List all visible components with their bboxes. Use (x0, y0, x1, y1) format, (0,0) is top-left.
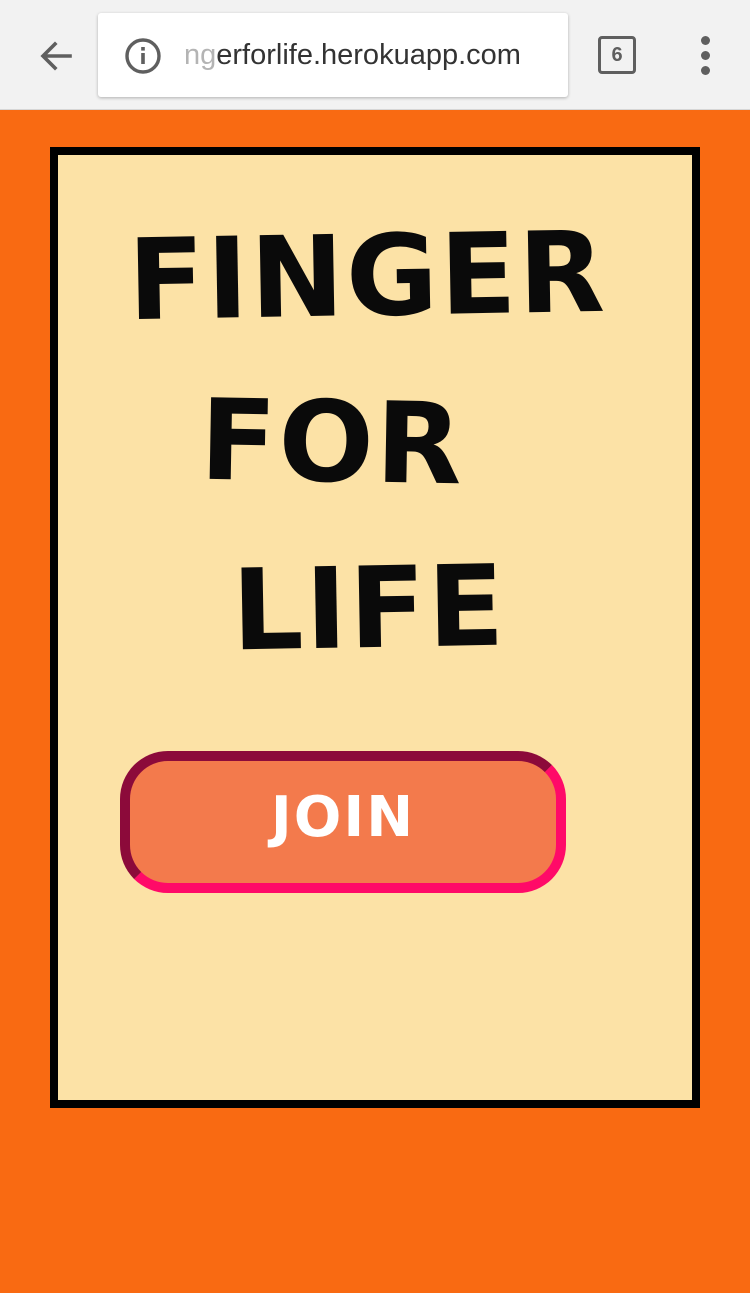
menu-dot (701, 36, 710, 45)
url-faded-prefix: ng (184, 39, 217, 71)
title-line-for: FOR (198, 375, 466, 511)
back-button[interactable] (30, 30, 82, 82)
address-bar[interactable]: ngerforlife.herokuapp.com (98, 13, 568, 97)
url-domain: erforlife.herokuapp.com (216, 39, 521, 71)
arrow-left-icon (40, 41, 72, 71)
menu-dot (701, 51, 710, 60)
title-line-life: LIFE (230, 541, 508, 677)
browser-toolbar: ngerforlife.herokuapp.com 6 (0, 0, 750, 110)
more-vertical-icon[interactable] (690, 36, 722, 76)
join-button[interactable]: JOIN (120, 751, 566, 893)
title-line-finger: FINGER (126, 207, 608, 347)
url-text[interactable]: ngerforlife.herokuapp.com (184, 35, 564, 75)
info-icon[interactable] (124, 37, 162, 75)
tab-switcher-button[interactable]: 6 (598, 36, 636, 74)
landing-card: FINGER FOR LIFE JOIN (50, 147, 700, 1108)
join-button-label: JOIN (270, 784, 416, 850)
menu-dot (701, 66, 710, 75)
